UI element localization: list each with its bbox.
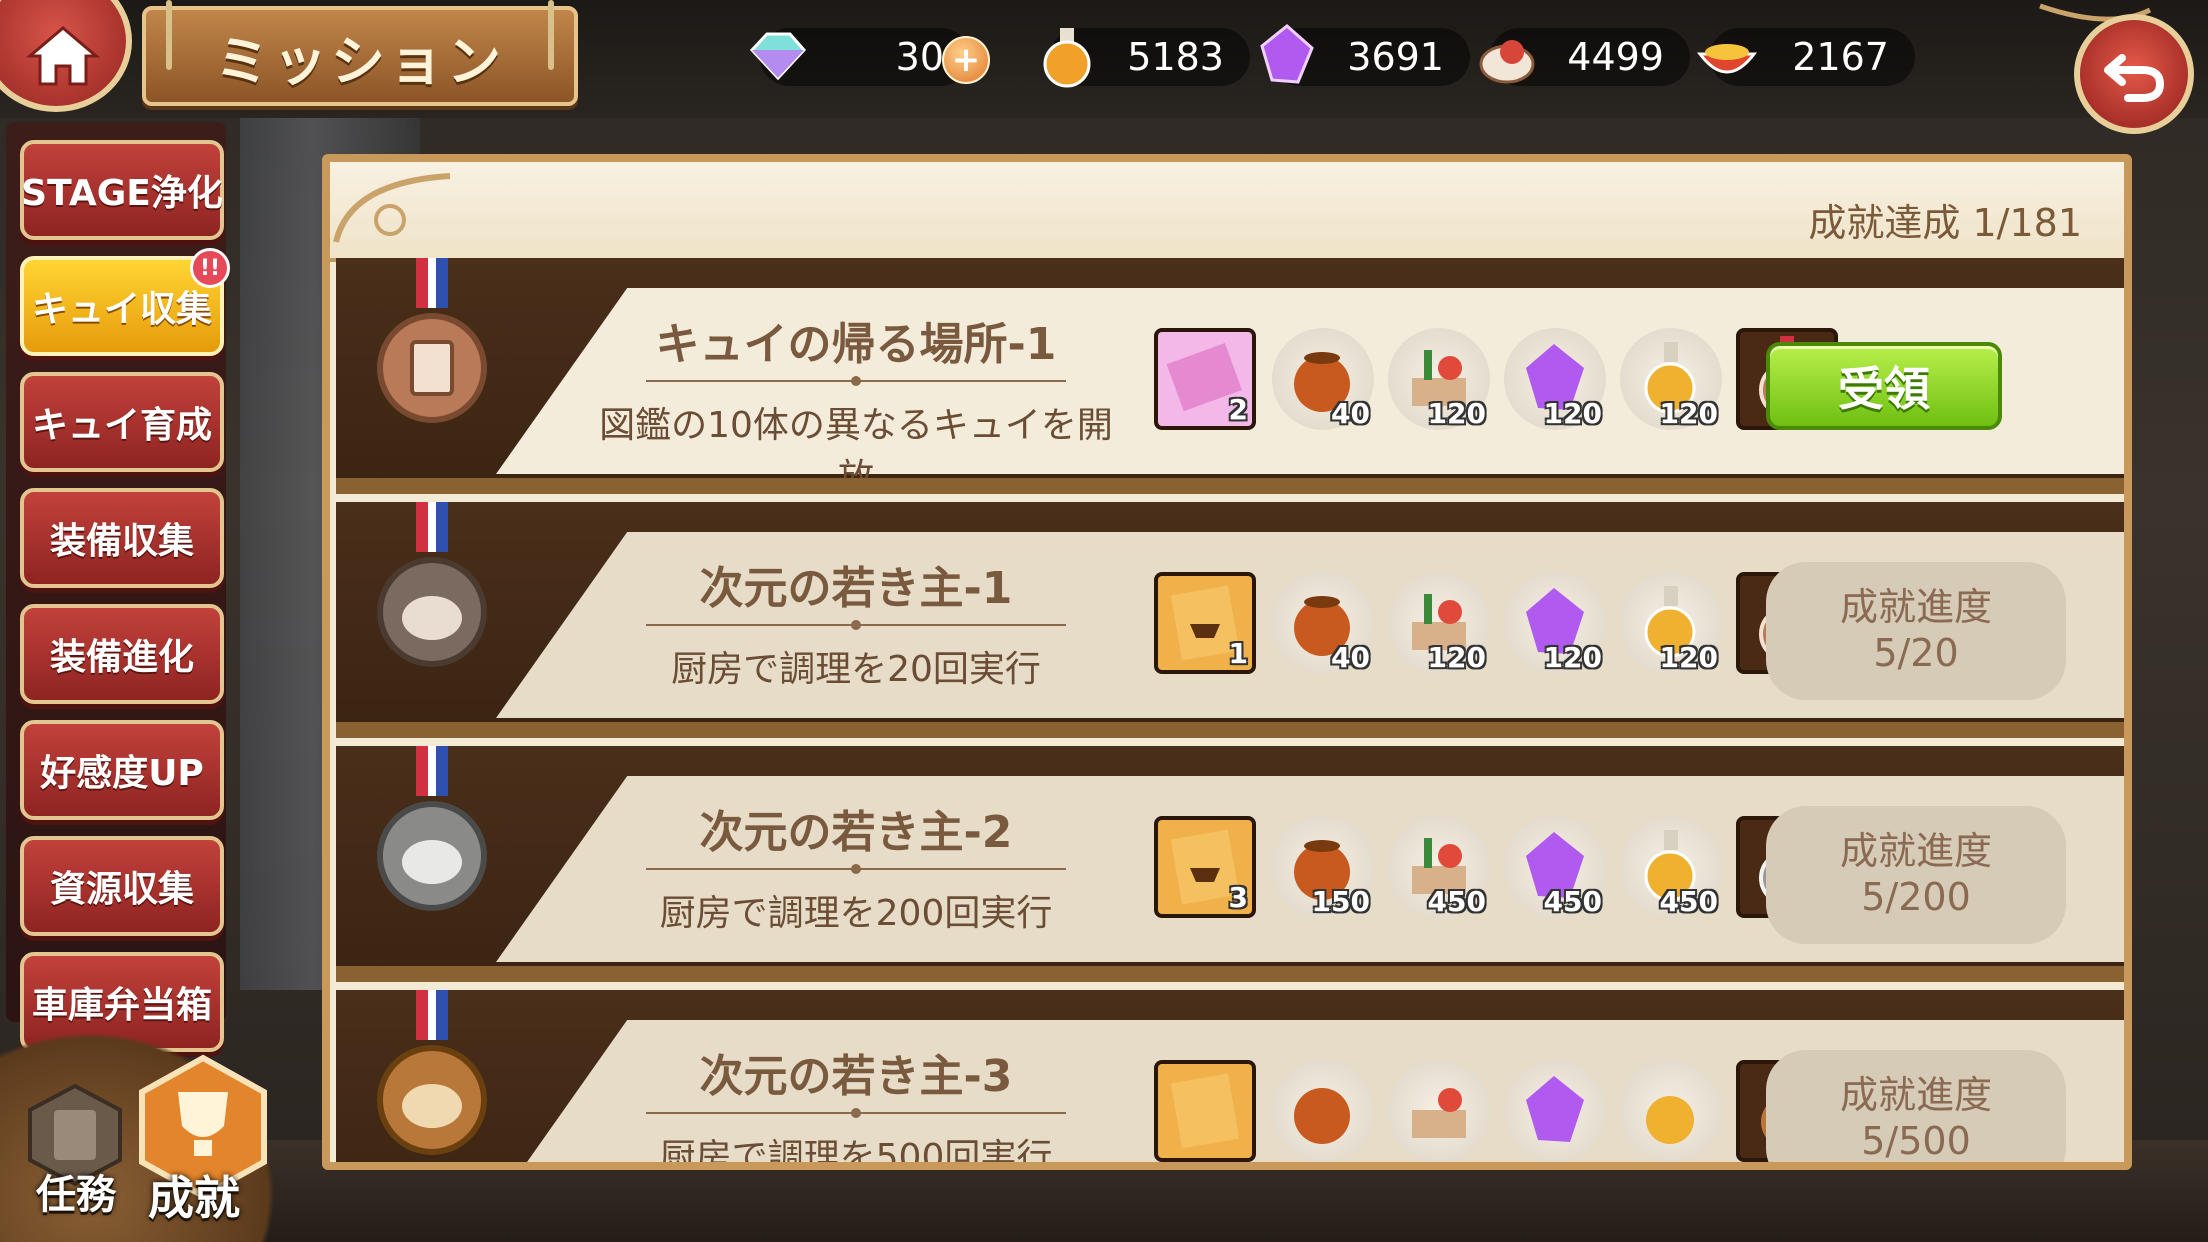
- sidebar-item-kyui-train[interactable]: キュイ育成: [20, 372, 224, 472]
- sidebar-item-kyui-collect[interactable]: キュイ収集 !!: [20, 248, 230, 356]
- purple-crystal-icon: [1260, 24, 1314, 84]
- reward-item[interactable]: 450: [1620, 816, 1722, 918]
- meat-bowl-icon: [1479, 40, 1535, 84]
- pot-medal-icon: [377, 746, 487, 911]
- tab-missions[interactable]: 任務: [20, 1080, 140, 1218]
- sidebar-item-equip-evolve[interactable]: 装備進化: [20, 604, 224, 704]
- progress-value: 5/20: [1873, 631, 1959, 675]
- achievement-counter: 成就達成 1/181: [1808, 201, 2082, 245]
- resource-potion: 5183: [1043, 28, 1250, 88]
- achievement-row: キュイの帰る場所-1 図鑑の10体の異なるキュイを開放 2 40 120 120: [336, 258, 2124, 498]
- progress-indicator: 成就進度 5/200: [1766, 806, 2066, 944]
- achievement-panel: 成就達成 1/181 キュイの帰る場所-1 図鑑の10体の異なるキュイを開放 2…: [322, 154, 2132, 1170]
- reward-item[interactable]: 450: [1388, 816, 1490, 918]
- header-ornament: [333, 173, 451, 243]
- achievement-row: 次元の若き主-1 厨房で調理を20回実行 1 40 120 120 120 成就…: [336, 502, 2124, 738]
- achievement-description: 厨房で調理を20回実行: [671, 649, 1041, 690]
- pot-medal-icon: [377, 502, 487, 667]
- reward-item[interactable]: 120: [1620, 572, 1722, 674]
- progress-value: 5/500: [1861, 1119, 1971, 1163]
- reward-item[interactable]: 450: [1504, 816, 1606, 918]
- reward-item[interactable]: [1504, 1060, 1606, 1162]
- achievement-title: キュイの帰る場所-1: [655, 319, 1057, 370]
- reward-item[interactable]: [1272, 1060, 1374, 1162]
- reward-item[interactable]: 40: [1272, 328, 1374, 430]
- reward-item[interactable]: [1388, 1060, 1490, 1162]
- divider-ornament: [646, 620, 1066, 630]
- pot-medal-icon: [377, 990, 487, 1155]
- food-bowl-icon: [1696, 44, 1758, 74]
- progress-indicator: 成就進度 5/20: [1766, 562, 2066, 700]
- progress-indicator: 成就進度 5/500: [1766, 1050, 2066, 1163]
- resource-gems: 30 +: [749, 28, 990, 86]
- page-title: ミッション: [215, 29, 505, 93]
- divider-ornament: [646, 864, 1066, 874]
- achievement-description: 厨房で調理を200回実行: [659, 893, 1053, 934]
- resource-meat: 4499: [1479, 28, 1690, 86]
- reward-item[interactable]: 120: [1388, 328, 1490, 430]
- claim-button[interactable]: 受領: [1766, 342, 2002, 430]
- sidebar-item-resource-collect[interactable]: 資源収集: [20, 836, 224, 936]
- rope-left: [166, 0, 172, 70]
- add-gems-button[interactable]: +: [942, 36, 990, 84]
- reward-item[interactable]: 1: [1154, 572, 1256, 674]
- reward-item[interactable]: 2: [1154, 328, 1256, 430]
- divider-ornament: [646, 376, 1066, 386]
- panel-header: 成就達成 1/181: [330, 162, 2124, 262]
- resource-crystal: 3691: [1260, 24, 1470, 86]
- return-arrow-icon: [2104, 54, 2165, 102]
- reward-item[interactable]: [1154, 1060, 1256, 1162]
- page-title-plate: ミッション: [142, 0, 578, 106]
- reward-item[interactable]: 120: [1504, 572, 1606, 674]
- reward-item[interactable]: 150: [1272, 816, 1374, 918]
- reward-item[interactable]: 120: [1388, 572, 1490, 674]
- potion-flask-icon: [1043, 28, 1091, 88]
- resource-bowl: 2167: [1696, 28, 1915, 86]
- divider-ornament: [646, 1108, 1066, 1118]
- achievement-title: 次元の若き主-2: [699, 807, 1013, 858]
- category-sidebar: STAGE浄化 キュイ収集 !! キュイ育成 装備収集 装備進化 好感度UP 資…: [6, 122, 230, 1052]
- vegetable-basket-icon: [1412, 1088, 1466, 1138]
- achievement-row: 次元の若き主-2 厨房で調理を200回実行 3 150 450 450 450 …: [336, 746, 2124, 982]
- rope-right: [548, 0, 554, 70]
- reward-item[interactable]: 120: [1504, 328, 1606, 430]
- notification-badge: !!: [190, 248, 230, 288]
- sidebar-item-affinity-up[interactable]: 好感度UP: [20, 720, 224, 820]
- bottom-tab-switcher: 任務 成就: [0, 1010, 300, 1242]
- cooking-card-icon: [1170, 1073, 1240, 1149]
- achievement-description: 厨房で調理を500回実行: [659, 1137, 1053, 1170]
- tab-achievements[interactable]: 成就: [128, 1052, 278, 1225]
- reward-item[interactable]: 3: [1154, 816, 1256, 918]
- oil-jug-icon: [1646, 1096, 1694, 1144]
- home-icon: [26, 26, 100, 86]
- meat-pot-icon: [1294, 1088, 1350, 1144]
- rainbow-gem-icon: [749, 32, 807, 81]
- progress-value: 5/200: [1861, 875, 1971, 919]
- achievement-row: 次元の若き主-3 厨房で調理を500回実行 成就進度 5/500: [336, 990, 2124, 1170]
- back-button[interactable]: [2074, 14, 2194, 134]
- achievement-title: 次元の若き主-1: [699, 563, 1013, 614]
- purple-crystal-icon: [1526, 1076, 1584, 1142]
- sidebar-item-stage-purify[interactable]: STAGE浄化: [20, 140, 224, 240]
- reward-item[interactable]: 40: [1272, 572, 1374, 674]
- achievement-title: 次元の若き主-3: [699, 1051, 1013, 1102]
- sidebar-item-equip-collect[interactable]: 装備収集: [20, 488, 224, 588]
- reward-item[interactable]: 120: [1620, 328, 1722, 430]
- reward-item[interactable]: [1620, 1060, 1722, 1162]
- book-medal-icon: [377, 258, 487, 423]
